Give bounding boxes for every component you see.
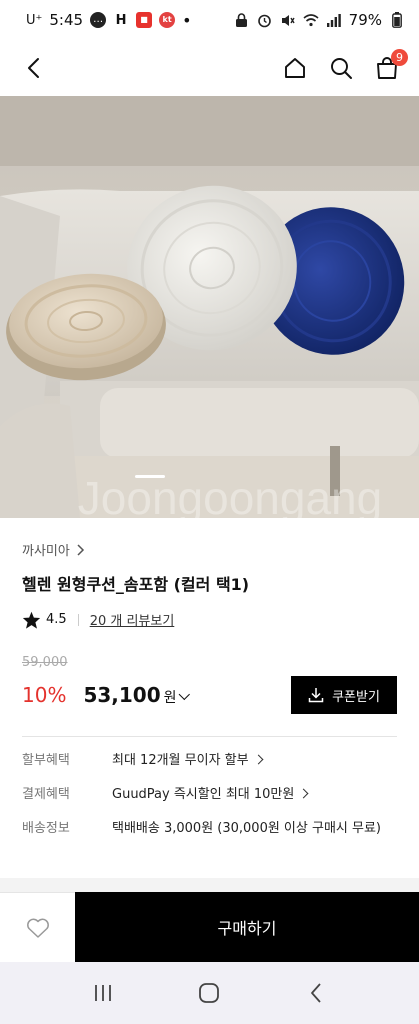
currency-label: 원	[163, 690, 177, 706]
kt-icon: kt	[159, 12, 176, 28]
h-icon: H	[115, 12, 127, 28]
status-right: 79%	[234, 11, 405, 29]
chevron-right-icon	[77, 543, 84, 556]
price-group[interactable]: 10% 53,100 원	[22, 683, 190, 707]
benefit-row-shipping: 배송정보 택배배송 3,000원 (30,000원 이상 구매시 무료)	[22, 819, 397, 839]
benefits-list: 할부혜택 최대 12개월 무이자 할부 결제혜택 GuudPay 즉시할인 최대…	[22, 751, 397, 839]
chevron-right-icon	[253, 754, 264, 765]
brand-link[interactable]: 까사미아	[22, 540, 397, 559]
rating-value: 4.5	[46, 612, 67, 627]
system-home-button[interactable]	[194, 978, 224, 1008]
battery-icon	[389, 12, 405, 28]
buy-button[interactable]: 구매하기	[75, 892, 419, 962]
chevron-down-icon	[178, 688, 190, 701]
status-left: U⁺ 5:45 … H ■ kt •	[26, 11, 192, 30]
slide-indicator	[135, 475, 165, 478]
benefit-value: 택배배송 3,000원 (30,000원 이상 구매시 무료)	[112, 821, 381, 836]
benefit-value: GuudPay 즉시할인 최대 10만원	[112, 785, 397, 805]
back-button[interactable]	[20, 54, 48, 82]
cart-count-badge: 9	[391, 49, 408, 66]
benefit-label: 결제혜택	[22, 787, 70, 802]
product-info: 까사미아 헬렌 원형쿠션_솜포함 (컬러 택1) 4.5 20 개 리뷰보기 5…	[0, 518, 419, 853]
wishlist-button[interactable]	[0, 892, 75, 962]
search-icon	[331, 58, 352, 79]
product-image-carousel[interactable]: Joongoongang	[0, 96, 419, 518]
section-divider	[0, 878, 419, 892]
original-price: 59,000	[22, 655, 68, 670]
chat-icon: …	[90, 12, 107, 28]
search-button[interactable]	[327, 54, 355, 82]
nav-actions: 9	[281, 49, 408, 82]
coupon-button[interactable]: 쿠폰받기	[291, 676, 397, 714]
discount-rate: 10%	[22, 683, 67, 707]
carrier-label: U⁺	[26, 12, 43, 28]
home-icon	[285, 58, 305, 78]
signal-icon	[326, 12, 342, 28]
benefit-row-payment[interactable]: 결제혜택 GuudPay 즉시할인 최대 10만원	[22, 785, 397, 805]
app-icon: ■	[136, 12, 153, 28]
alarm-icon	[257, 12, 273, 28]
status-bar: U⁺ 5:45 … H ■ kt • 79%	[0, 0, 419, 40]
brand-name: 까사미아	[22, 544, 70, 559]
clock: 5:45	[49, 11, 84, 29]
cart-button[interactable]: 9	[373, 49, 408, 82]
star-icon	[22, 611, 41, 629]
system-back-button[interactable]	[301, 978, 331, 1008]
recents-icon	[95, 985, 112, 1001]
rating-row: 4.5 20 개 리뷰보기	[22, 610, 397, 629]
mute-icon	[280, 12, 296, 28]
heart-icon	[26, 918, 49, 938]
sale-price: 53,100	[83, 683, 161, 707]
benefit-label: 할부혜택	[22, 753, 70, 768]
home-circle-icon	[199, 983, 220, 1003]
lock-icon	[234, 12, 250, 28]
benefit-row-installment[interactable]: 할부혜택 최대 12개월 무이자 할부	[22, 751, 397, 771]
chevron-left-icon	[28, 58, 39, 78]
product-photo: Joongoongang	[0, 96, 419, 518]
back-chevron-icon	[310, 983, 321, 1003]
divider	[22, 736, 397, 737]
download-icon	[308, 688, 324, 703]
home-button[interactable]	[281, 54, 309, 82]
recents-button[interactable]	[88, 978, 118, 1008]
top-navigation: 9	[0, 40, 419, 96]
review-link[interactable]: 20 개 리뷰보기	[90, 610, 175, 629]
purchase-bar: 구매하기	[0, 892, 419, 962]
coupon-label: 쿠폰받기	[332, 689, 380, 705]
chevron-right-icon	[298, 788, 309, 799]
benefit-value: 최대 12개월 무이자 할부	[112, 751, 397, 771]
dot-icon: •	[182, 10, 192, 30]
product-title: 헬렌 원형쿠션_솜포함 (컬러 택1)	[22, 575, 250, 594]
separator	[77, 613, 79, 626]
battery-label: 79%	[348, 11, 382, 29]
android-navigation-bar	[0, 962, 419, 1024]
price-row: 10% 53,100 원 쿠폰받기	[22, 676, 397, 714]
watermark-text: Joongoongang	[78, 472, 382, 518]
benefit-label: 배송정보	[22, 821, 70, 836]
wifi-icon	[303, 12, 319, 28]
